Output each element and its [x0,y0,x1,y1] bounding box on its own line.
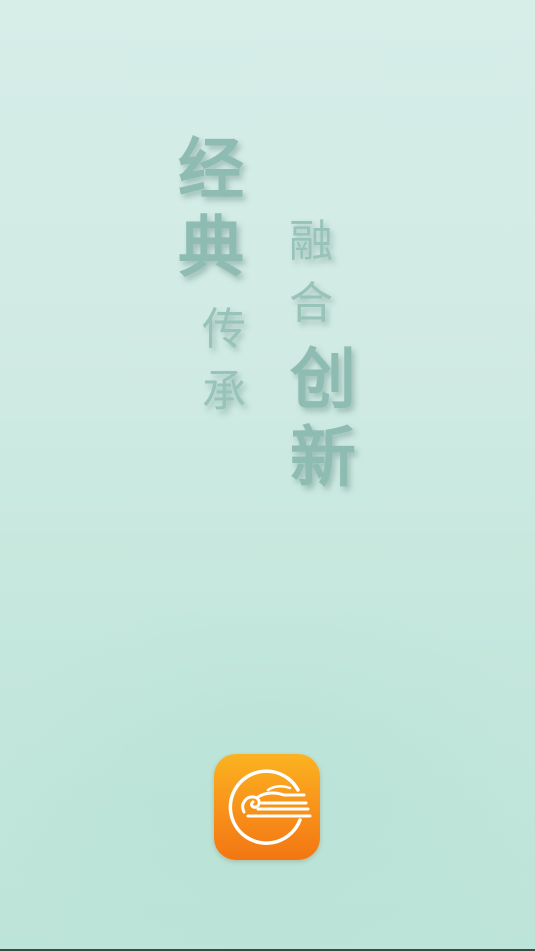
cloud-pattern-logo-icon [228,769,312,845]
slogan-char: 传 [202,304,246,355]
slogan-char: 合 [289,278,333,329]
app-logo [214,754,320,860]
slogan-char: 经 [178,130,244,208]
slogan-classic: 经 典 [178,136,244,292]
slogan-char: 新 [290,418,356,496]
slogan-char: 融 [289,216,333,267]
slogan-char: 创 [290,340,356,418]
slogan-innovation: 创 新 [290,346,356,502]
slogan-fusion: 融 合 [289,220,333,344]
slogan-char: 承 [202,366,246,417]
slogan-char: 典 [178,208,244,286]
slogan-inherit: 传 承 [202,308,246,432]
splash-screen: 经 典 传 承 融 合 创 新 [0,0,535,951]
